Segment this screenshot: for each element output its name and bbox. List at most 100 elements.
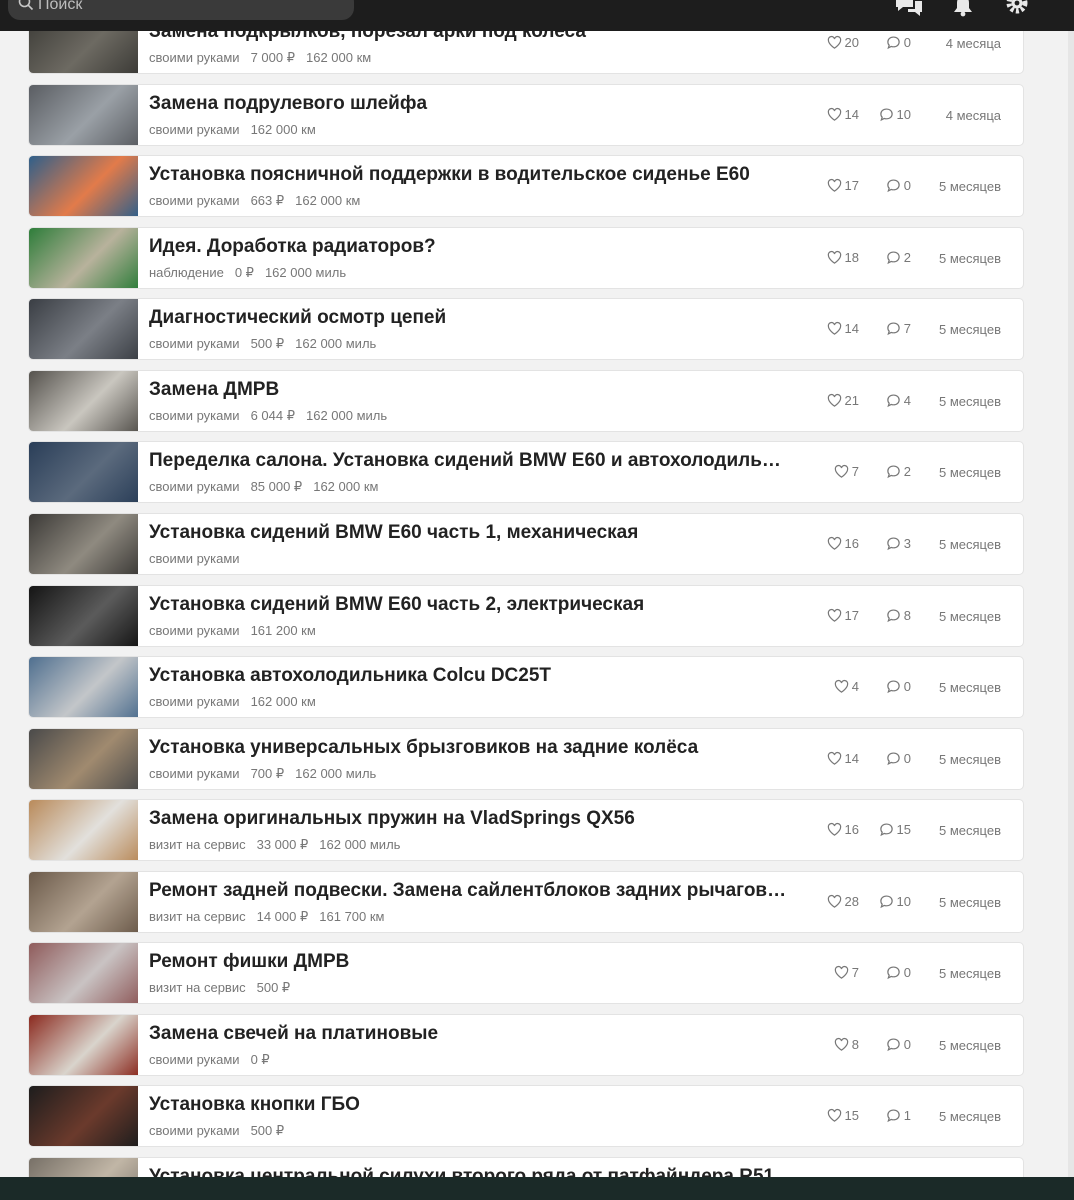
post-title[interactable]: Ремонт фишки ДМРВ	[149, 951, 789, 973]
comment-icon	[886, 536, 904, 551]
post-title[interactable]: Замена ДМРВ	[149, 379, 789, 401]
comments-count: 4	[903, 393, 911, 408]
post-thumbnail[interactable]	[29, 514, 138, 574]
post-age: 5 месяцев	[939, 322, 1001, 337]
post-title[interactable]: Диагностический осмотр цепей	[149, 307, 789, 329]
comments-counter[interactable]: 10	[879, 107, 911, 122]
post-card[interactable]: Установка автохолодильника Colcu DC25T св…	[28, 656, 1024, 718]
post-title[interactable]: Замена оригинальных пружин на VladSpring…	[149, 808, 789, 830]
heart-icon	[827, 894, 845, 909]
post-card[interactable]: Идея. Доработка радиаторов? наблюдение 0 ₽…	[28, 227, 1024, 289]
post-thumbnail[interactable]	[29, 1015, 138, 1075]
likes-counter[interactable]: 17	[827, 178, 859, 193]
post-card[interactable]: Установка кнопки ГБО своими руками 500 ₽ 15…	[28, 1085, 1024, 1147]
likes-counter[interactable]: 15	[827, 1108, 859, 1123]
post-title[interactable]: Ремонт задней подвески. Замена сайлентбл…	[149, 880, 789, 902]
heart-icon	[834, 965, 852, 980]
post-category: визит на сервис	[149, 837, 246, 852]
comments-count: 0	[903, 965, 911, 980]
comment-icon	[886, 393, 904, 408]
post-title[interactable]: Установка сидений BMW E60 часть 2, элект…	[149, 594, 789, 616]
post-card[interactable]: Установка универсальных брызговиков на з…	[28, 728, 1024, 790]
bell-icon[interactable]	[950, 0, 976, 18]
comment-icon	[886, 1037, 904, 1052]
likes-counter[interactable]: 14	[827, 107, 859, 122]
post-thumbnail[interactable]	[29, 800, 138, 860]
post-age: 5 месяцев	[939, 752, 1001, 767]
comments-counter[interactable]: 8	[886, 608, 911, 623]
post-card[interactable]: Установка сидений BMW E60 часть 1, механ…	[28, 513, 1024, 575]
post-title[interactable]: Замена подрулевого шлейфа	[149, 93, 789, 115]
likes-counter[interactable]: 7	[834, 464, 859, 479]
post-title[interactable]: Установка автохолодильника Colcu DC25T	[149, 665, 789, 687]
post-thumbnail[interactable]	[29, 729, 138, 789]
comments-counter[interactable]: 1	[886, 1108, 911, 1123]
post-thumbnail[interactable]	[29, 156, 138, 216]
post-thumbnail[interactable]	[29, 943, 138, 1003]
comments-counter[interactable]: 0	[886, 751, 911, 766]
comments-counter[interactable]: 3	[886, 536, 911, 551]
likes-counter[interactable]: 14	[827, 321, 859, 336]
post-card[interactable]: Переделка салона. Установка сидений BMW …	[28, 441, 1024, 503]
comments-counter[interactable]: 2	[886, 250, 911, 265]
likes-counter[interactable]: 18	[827, 250, 859, 265]
post-thumbnail[interactable]	[29, 228, 138, 288]
post-thumbnail[interactable]	[29, 85, 138, 145]
post-card[interactable]: Установка поясничной поддержки в водител…	[28, 155, 1024, 217]
comment-icon	[886, 464, 904, 479]
post-thumbnail[interactable]	[29, 442, 138, 502]
search-box[interactable]	[8, 0, 354, 20]
comments-counter[interactable]: 0	[886, 965, 911, 980]
likes-counter[interactable]: 7	[834, 965, 859, 980]
post-title[interactable]: Установка кнопки ГБО	[149, 1094, 789, 1116]
likes-counter[interactable]: 21	[827, 393, 859, 408]
post-meta: своими руками 500 ₽	[149, 1123, 295, 1139]
comments-counter[interactable]: 4	[886, 393, 911, 408]
post-card[interactable]: Замена ДМРВ своими руками 6 044 ₽ 162 000 м…	[28, 370, 1024, 432]
post-title[interactable]: Переделка салона. Установка сидений BMW …	[149, 450, 789, 472]
likes-count: 28	[844, 894, 859, 909]
likes-counter[interactable]: 16	[827, 822, 859, 837]
comments-counter[interactable]: 2	[886, 464, 911, 479]
post-title[interactable]: Замена свечей на платиновые	[149, 1023, 789, 1045]
likes-counter[interactable]: 20	[827, 35, 859, 50]
post-thumbnail[interactable]	[29, 1086, 138, 1146]
post-card[interactable]: Ремонт задней подвески. Замена сайлентбл…	[28, 871, 1024, 933]
scrollbar-track[interactable]	[1068, 31, 1074, 1177]
post-thumbnail[interactable]	[29, 657, 138, 717]
post-title[interactable]: Установка сидений BMW E60 часть 1, механ…	[149, 522, 789, 544]
post-category: своими руками	[149, 1123, 240, 1138]
post-title[interactable]: Установка универсальных брызговиков на з…	[149, 737, 789, 759]
post-title[interactable]: Установка поясничной поддержки в водител…	[149, 164, 789, 186]
post-thumbnail[interactable]	[29, 586, 138, 646]
comments-counter[interactable]: 0	[886, 679, 911, 694]
comments-counter[interactable]: 0	[886, 178, 911, 193]
likes-counter[interactable]: 16	[827, 536, 859, 551]
likes-counter[interactable]: 17	[827, 608, 859, 623]
post-card[interactable]: Ремонт фишки ДМРВ визит на сервис 500 ₽ 7 0 5…	[28, 942, 1024, 1004]
post-card[interactable]: Диагностический осмотр цепей своими рукам…	[28, 298, 1024, 360]
comments-counter[interactable]: 0	[886, 35, 911, 50]
likes-counter[interactable]: 14	[827, 751, 859, 766]
post-card[interactable]: Замена оригинальных пружин на VladSpring…	[28, 799, 1024, 861]
post-thumbnail[interactable]	[29, 872, 138, 932]
post-card[interactable]: Замена подрулевого шлейфа своими руками 16…	[28, 84, 1024, 146]
likes-counter[interactable]: 4	[834, 679, 859, 694]
post-thumbnail[interactable]	[29, 299, 138, 359]
post-card[interactable]: Установка сидений BMW E60 часть 2, элект…	[28, 585, 1024, 647]
heart-icon	[827, 250, 845, 265]
gear-icon[interactable]	[1004, 0, 1030, 18]
comments-counter[interactable]: 10	[879, 894, 911, 909]
comments-counter[interactable]: 7	[886, 321, 911, 336]
post-thumbnail[interactable]	[29, 371, 138, 431]
comments-counter[interactable]: 15	[879, 822, 911, 837]
comments-counter[interactable]: 0	[886, 1037, 911, 1052]
post-card[interactable]: Замена свечей на платиновые своими руками…	[28, 1014, 1024, 1076]
post-title[interactable]: Идея. Доработка радиаторов?	[149, 236, 789, 258]
likes-counter[interactable]: 28	[827, 894, 859, 909]
search-input[interactable]	[38, 0, 338, 14]
heart-icon	[834, 464, 852, 479]
likes-counter[interactable]: 8	[834, 1037, 859, 1052]
post-meta: своими руками 663 ₽ 162 000 км	[149, 193, 371, 209]
messages-icon[interactable]	[894, 0, 924, 18]
